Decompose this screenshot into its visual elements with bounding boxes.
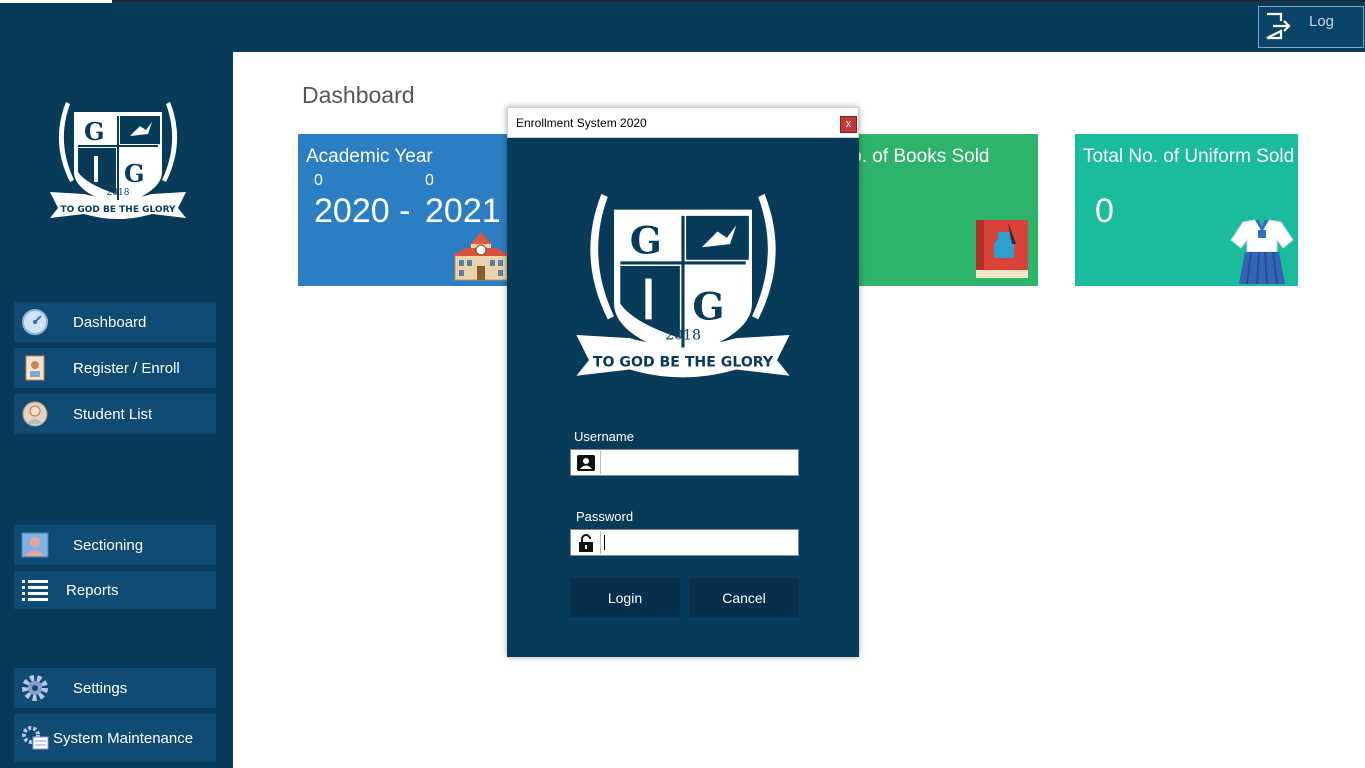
- sidebar-item-label: Settings: [73, 679, 128, 697]
- sidebar-item-label: Reports: [66, 581, 119, 599]
- speedometer-icon: [20, 307, 50, 337]
- books-sold-card: Total No. of Books Sold: [848, 134, 1038, 286]
- sidebar: G G 2018 TO GOD BE THE GLORY Dashboard R…: [0, 52, 233, 768]
- side-logo-motto: TO GOD BE THE GLORY: [60, 205, 176, 215]
- card-title: Total No. of Uniform Sold: [1083, 146, 1295, 167]
- cancel-button[interactable]: Cancel: [689, 578, 799, 617]
- dialog-logo-motto: TO GOD BE THE GLORY: [593, 354, 774, 370]
- top-bar: Log: [0, 0, 1365, 52]
- username-field[interactable]: [570, 449, 799, 476]
- user-card-icon: [20, 530, 50, 560]
- sidebar-item-label: System Maintenance: [53, 729, 194, 747]
- sidebar-item-label: Sectioning: [73, 536, 144, 554]
- page-title: Dashboard: [302, 82, 415, 108]
- dialog-logo-year: 2018: [665, 328, 701, 344]
- lock-icon: [572, 531, 601, 554]
- uniform-icon: [1230, 219, 1294, 284]
- user-card-icon: [572, 451, 601, 474]
- id-badge-icon: [20, 353, 50, 383]
- username-label: Username: [574, 429, 634, 444]
- tab-strip: [0, 0, 112, 3]
- school-logo: G G 2018 TO GOD BE THE GLORY: [576, 193, 790, 378]
- year-start-small: 0: [314, 172, 323, 189]
- year-start: 2020 -: [314, 192, 411, 230]
- sidebar-item-sectioning[interactable]: Sectioning: [14, 525, 216, 565]
- sidebar-item-register-enroll[interactable]: Register / Enroll: [14, 348, 216, 388]
- svg-text:G: G: [84, 117, 105, 146]
- sidebar-item-label: Student List: [73, 405, 153, 423]
- logout-button[interactable]: Log: [1258, 6, 1364, 48]
- side-logo-year: 2018: [107, 188, 130, 198]
- sidebar-item-label: Register / Enroll: [73, 359, 180, 377]
- dialog-title: Enrollment System 2020: [516, 116, 647, 130]
- sidebar-item-dashboard[interactable]: Dashboard: [14, 302, 216, 342]
- uniform-sold-card: Total No. of Uniform Sold 0: [1075, 134, 1298, 286]
- svg-text:G: G: [692, 284, 724, 328]
- password-label: Password: [576, 509, 634, 524]
- card-title: Academic Year: [306, 146, 433, 167]
- sidebar-item-settings[interactable]: Settings: [14, 668, 216, 708]
- card-title: Total No. of Books Sold: [848, 146, 990, 167]
- login-button[interactable]: Login: [570, 578, 680, 617]
- sidebar-item-system-maintenance[interactable]: System Maintenance: [14, 714, 216, 762]
- academic-year-card: Academic Year 0 0 2020 - 2021: [298, 134, 508, 286]
- text-caret: [604, 535, 605, 550]
- gears-icon: [20, 723, 50, 753]
- svg-text:G: G: [124, 159, 145, 188]
- uniform-sold-value: 0: [1095, 192, 1114, 230]
- password-field[interactable]: [570, 529, 799, 556]
- school-building-icon: [453, 232, 508, 281]
- close-button[interactable]: x: [840, 116, 857, 133]
- list-icon: [20, 575, 50, 605]
- logout-icon: [1266, 12, 1291, 40]
- login-dialog: Enrollment System 2020 x G G 2018 TO GOD…: [507, 107, 859, 657]
- username-input[interactable]: [602, 451, 797, 474]
- gear-icon: [20, 673, 50, 703]
- year-end-small: 0: [425, 172, 434, 189]
- sidebar-item-student-list[interactable]: Student List: [14, 394, 216, 434]
- student-icon: [20, 399, 50, 429]
- sidebar-item-label: Dashboard: [73, 313, 147, 331]
- dialog-titlebar[interactable]: Enrollment System 2020 x: [507, 107, 859, 138]
- book-ink-icon: [976, 220, 1028, 278]
- school-logo: G G 2018 TO GOD BE THE GLORY: [50, 102, 186, 219]
- password-input[interactable]: [602, 531, 797, 554]
- svg-text:G: G: [630, 218, 662, 262]
- sidebar-item-reports[interactable]: Reports: [14, 571, 216, 609]
- logout-label: Log: [1309, 13, 1335, 30]
